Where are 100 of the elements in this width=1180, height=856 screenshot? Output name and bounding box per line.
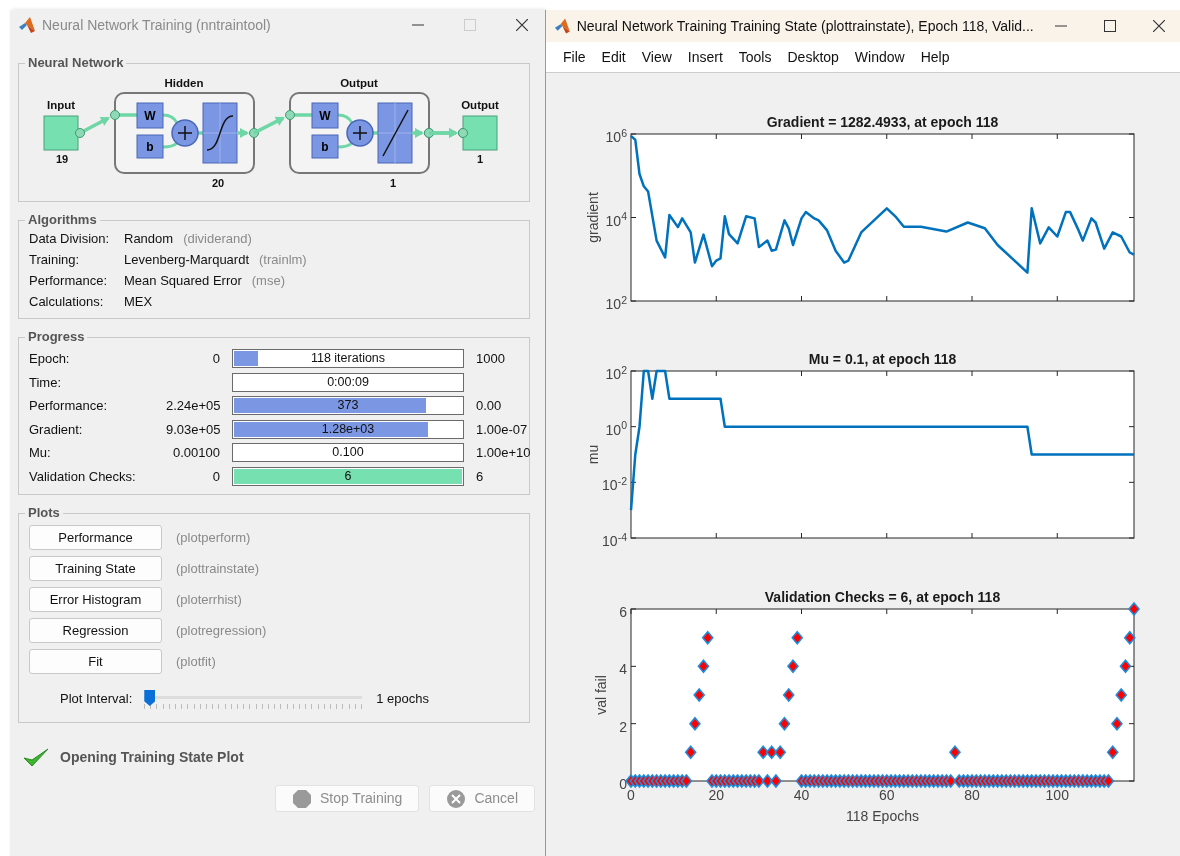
bias-block: b (311, 134, 339, 159)
field-label: Gradient: (29, 420, 84, 439)
menu-item[interactable]: View (633, 46, 680, 68)
data-point (761, 773, 774, 789)
layer-size: 1 (389, 177, 397, 189)
slider-label: Plot Interval: (60, 690, 133, 709)
output-label: Output (461, 99, 499, 111)
data-point (778, 716, 791, 731)
field-label: Training: (29, 251, 81, 268)
tick-label: 10$^{2}$ (605, 296, 627, 312)
tick-label: 2 (619, 718, 627, 735)
field-label: Epoch: (29, 350, 71, 368)
app-logo-icon (554, 17, 571, 35)
chart-title: Mu = 0.1, at epoch 118 (808, 351, 957, 367)
data-point (684, 745, 697, 760)
sum-icon (346, 119, 374, 147)
field-label: Performance: (29, 272, 109, 289)
sum-icon (171, 119, 199, 147)
data-point (765, 745, 778, 760)
window-title: Neural Network Training (nntraintool) (42, 15, 272, 35)
field-label: Time: (29, 373, 63, 392)
tick-label: 10$^{-4}$ (602, 533, 627, 549)
value-display: 0:00:09 (232, 372, 464, 392)
data-point (786, 659, 800, 674)
status-text: Opening Training State Plot (60, 747, 244, 767)
close-icon[interactable] (516, 19, 528, 31)
plot-button[interactable]: Fit (29, 649, 162, 674)
plot-button[interactable]: Error Histogram (29, 587, 162, 612)
tick-label: 4 (619, 661, 627, 678)
maximize-icon[interactable] (1103, 20, 1116, 32)
axis-label: gradient (585, 192, 601, 243)
progress-text: 373 (337, 398, 359, 414)
data-point (752, 773, 765, 789)
tick-label: 10$^{6}$ (605, 129, 627, 145)
tick-label: 80 (964, 787, 980, 803)
value-display: 0.100 (232, 443, 464, 463)
start-value: 9.03e+05 (166, 420, 220, 439)
menu-item[interactable]: Insert (679, 46, 731, 68)
field-label: Data Division: (29, 230, 111, 247)
stop-icon (291, 788, 312, 809)
start-value: 2.24e+05 (166, 397, 220, 415)
plot-button[interactable]: Training State (29, 556, 162, 581)
tick-label: 6 (619, 604, 627, 620)
progress-text: 118 iterations (310, 351, 386, 367)
data-point (1102, 773, 1115, 789)
function-name: (plotregression) (176, 621, 267, 640)
data-point (1127, 601, 1141, 617)
field-label: Mu: (29, 444, 52, 462)
field-label: Validation Checks: (29, 467, 137, 486)
cancel-icon (446, 788, 467, 809)
function-name: (mse) (251, 273, 285, 288)
tick-label: 100 (1045, 787, 1069, 803)
progress-text: 1.28e+03 (321, 421, 375, 437)
data-point (948, 745, 961, 760)
group-title: Neural Network (27, 55, 125, 71)
menu-item[interactable]: Desktop (779, 46, 847, 68)
layer-title: Output (340, 77, 378, 89)
data-point (693, 687, 706, 703)
data-point (680, 773, 693, 789)
menu-item[interactable]: Tools (730, 46, 780, 68)
tick-label: 0 (619, 776, 627, 792)
tick-label: 10$^{2}$ (605, 366, 627, 382)
tick-label: 10$^{-2}$ (602, 477, 627, 494)
field-label: Performance: (29, 397, 109, 415)
tick-label: 10$^{0}$ (605, 421, 627, 438)
end-value: 0.00 (476, 397, 503, 415)
layer-size: 20 (211, 177, 225, 189)
tick-label: 10$^{4}$ (605, 212, 627, 229)
end-value: 1000 (476, 350, 506, 368)
function-name: (dividerand) (183, 231, 252, 246)
menu-item[interactable]: File (555, 46, 594, 68)
axis-label: 118 Epochs (846, 808, 919, 824)
function-name: (plottrainstate) (176, 559, 260, 578)
end-value: 1.00e-07 (476, 420, 529, 439)
data-point (1123, 630, 1136, 645)
menu-item[interactable]: Window (846, 46, 913, 68)
field-value: Random (124, 231, 174, 246)
data-point (1119, 659, 1132, 674)
layer-title: Hidden (164, 77, 204, 89)
start-value: 0 (211, 467, 220, 486)
function-name: (ploterrhist) (176, 590, 242, 609)
tick-label: 40 (793, 787, 810, 803)
group-title: Algorithms (27, 212, 98, 228)
data-point (697, 659, 710, 674)
close-icon[interactable] (1152, 20, 1165, 32)
axis-label: mu (585, 444, 601, 465)
slider-value: 1 epochs (376, 690, 430, 709)
group-title: Progress (27, 329, 86, 345)
check-icon (22, 746, 50, 768)
input-label: Input (46, 99, 76, 111)
end-value: 1.00e+10 (476, 444, 531, 462)
plot-button[interactable]: Performance (29, 525, 162, 550)
data-point (782, 687, 795, 703)
data-point (701, 630, 714, 645)
menu-item[interactable]: Edit (593, 46, 634, 68)
plot-button[interactable]: Regression (29, 618, 162, 643)
menu-item[interactable]: Help (912, 46, 958, 68)
function-name: (plotperform) (176, 528, 251, 547)
start-value: 0.00100 (172, 444, 220, 462)
slider-thumb[interactable] (144, 690, 156, 706)
